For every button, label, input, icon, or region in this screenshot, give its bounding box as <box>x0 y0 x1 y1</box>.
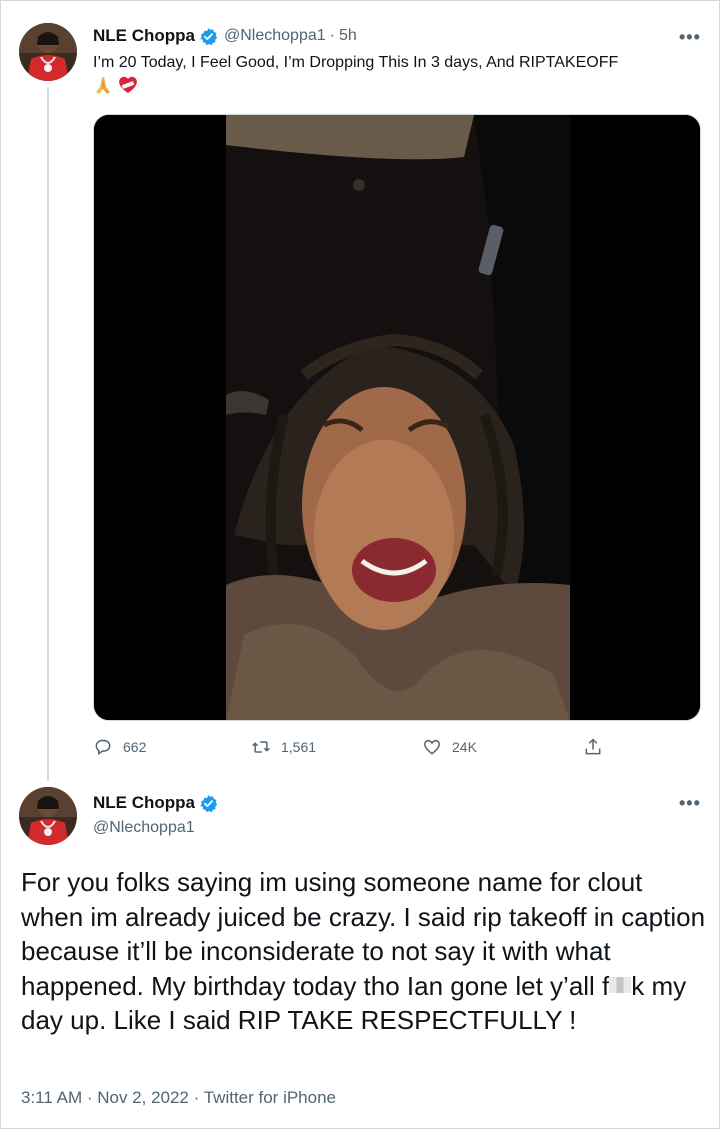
tweet-metadata: 3:11 AM · Nov 2, 2022 · Twitter for iPho… <box>21 1088 336 1107</box>
tweet-text: I’m 20 Today, I Feel Good, I’m Dropping … <box>93 54 619 71</box>
more-options-icon[interactable]: ••• <box>679 793 701 814</box>
share-button[interactable] <box>583 737 603 757</box>
thread-connector <box>47 87 49 781</box>
censor-blur <box>609 976 632 993</box>
avatar[interactable] <box>19 787 77 845</box>
video-player[interactable] <box>93 114 701 721</box>
like-count: 24K <box>452 739 477 755</box>
share-icon <box>585 738 601 755</box>
verified-badge-icon <box>200 794 218 812</box>
tweet-actions: 662 1,561 24K <box>93 737 613 761</box>
reply-count: 662 <box>123 739 147 755</box>
tweet-time[interactable]: 5h <box>339 27 357 45</box>
retweet-button[interactable]: 1,561 <box>251 737 316 757</box>
tweet-text-part: For you folks saying im using someone na… <box>21 867 706 1001</box>
tweet-source[interactable]: Twitter for iPhone <box>204 1088 336 1107</box>
verified-badge-icon <box>200 27 218 45</box>
tweet1-header: NLE Choppa @Nlechoppa1 · 5h <box>93 26 357 46</box>
tweet2-header: NLE Choppa <box>93 793 218 813</box>
retweet-icon <box>252 741 270 753</box>
mending-heart-emoji-icon <box>119 76 137 93</box>
tweet-thread: NLE Choppa @Nlechoppa1 · 5h ••• I’m 20 T… <box>0 0 720 1129</box>
folded-hands-emoji-icon <box>96 77 110 94</box>
more-options-icon[interactable]: ••• <box>679 27 701 48</box>
tweet-timestamp[interactable]: 3:11 AM · Nov 2, 2022 <box>21 1088 189 1107</box>
handle[interactable]: @Nlechoppa1 <box>93 819 195 837</box>
tweet-text: For you folks saying im using someone na… <box>21 865 711 1038</box>
handle[interactable]: @Nlechoppa1 <box>224 27 326 45</box>
separator-dot: · <box>329 27 335 44</box>
emoji-row <box>93 75 139 95</box>
heart-icon <box>424 739 440 755</box>
reply-button[interactable]: 662 <box>93 737 146 757</box>
reply-icon <box>95 739 111 756</box>
avatar[interactable] <box>19 23 77 81</box>
like-button[interactable]: 24K <box>422 737 477 757</box>
retweet-count: 1,561 <box>281 739 317 755</box>
display-name[interactable]: NLE Choppa <box>93 26 195 46</box>
display-name[interactable]: NLE Choppa <box>93 793 195 813</box>
